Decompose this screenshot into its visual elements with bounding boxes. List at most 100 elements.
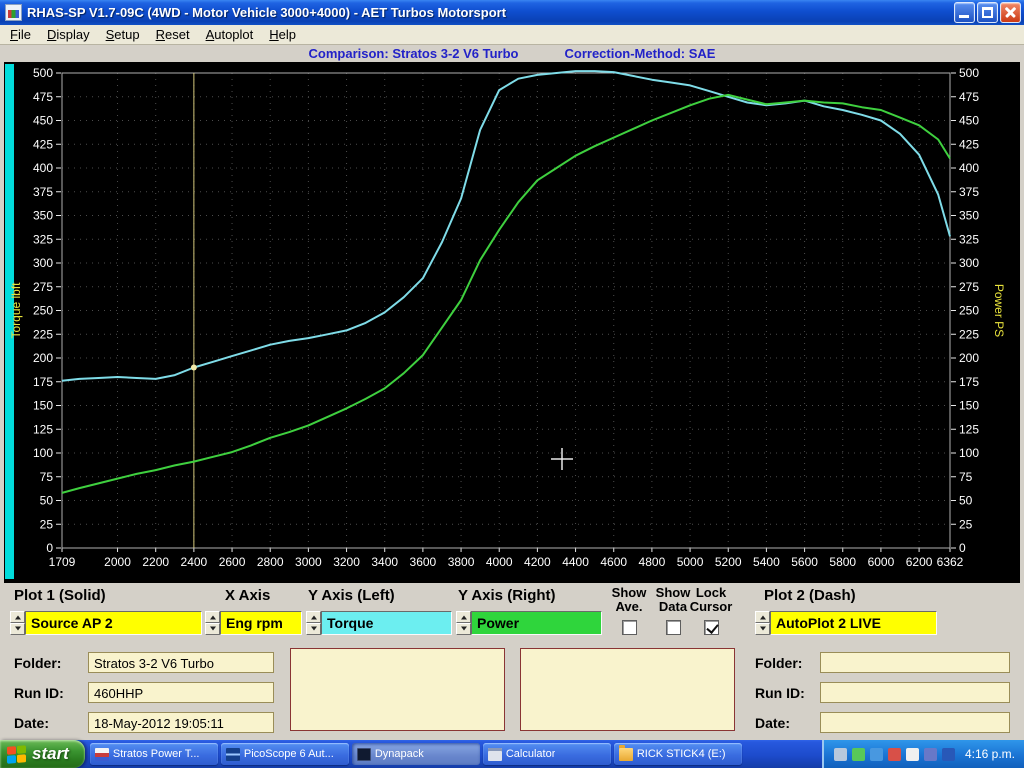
show-ave-checkbox[interactable] [622, 620, 637, 635]
task-label: Dynapack [375, 748, 424, 760]
spin-down-icon[interactable] [306, 623, 321, 635]
application-window: RHAS-SP V1.7-09C (4WD - Motor Vehicle 30… [0, 0, 1024, 768]
show-data-checkbox[interactable] [666, 620, 681, 635]
folder-field-plot2[interactable] [820, 652, 1010, 673]
svg-text:175: 175 [33, 375, 53, 389]
checkbox-label: Show [606, 586, 652, 600]
svg-text:350: 350 [959, 209, 979, 223]
taskbar-button-dynapack[interactable]: Dynapack [352, 743, 480, 765]
usb-drive-icon[interactable] [834, 748, 847, 761]
svg-text:3800: 3800 [448, 555, 475, 569]
lock-cursor-checkbox[interactable] [704, 620, 719, 635]
svg-text:375: 375 [33, 185, 53, 199]
svg-text:275: 275 [959, 280, 979, 294]
info-box-2[interactable] [520, 648, 735, 731]
svg-text:150: 150 [33, 399, 53, 413]
plot2-source-select[interactable]: AutoPlot 2 LIVE [770, 611, 937, 635]
date-field-plot2[interactable] [820, 712, 1010, 733]
menu-file[interactable]: File [2, 25, 39, 44]
y-axis-right-select[interactable]: Power [471, 611, 602, 635]
app-icon[interactable] [5, 4, 22, 21]
plot1-source-select[interactable]: Source AP 2 [25, 611, 202, 635]
spin-down-icon[interactable] [205, 623, 220, 635]
display-settings-icon[interactable] [870, 748, 883, 761]
svg-text:0: 0 [46, 541, 53, 555]
taskbar-button-picoscope[interactable]: PicoScope 6 Aut... [221, 743, 349, 765]
svg-text:375: 375 [959, 185, 979, 199]
menu-display[interactable]: Display [39, 25, 98, 44]
spin-up-icon[interactable] [306, 611, 321, 623]
svg-text:300: 300 [33, 256, 53, 270]
plot2-combo: AutoPlot 2 LIVE [755, 611, 937, 635]
spin-down-icon[interactable] [755, 623, 770, 635]
picoscope-icon [226, 748, 240, 761]
run-id-field-plot2[interactable] [820, 682, 1010, 703]
spin-down-icon[interactable] [456, 623, 471, 635]
close-button[interactable] [1000, 2, 1021, 23]
svg-text:6362: 6362 [937, 555, 964, 569]
svg-text:225: 225 [959, 327, 979, 341]
spin-down-icon[interactable] [10, 623, 25, 635]
tray-icons [834, 748, 955, 761]
svg-text:4000: 4000 [486, 555, 513, 569]
svg-text:125: 125 [33, 422, 53, 436]
correction-method-label: Correction-Method: SAE [565, 46, 716, 61]
svg-text:4800: 4800 [639, 555, 666, 569]
menu-setup[interactable]: Setup [98, 25, 148, 44]
system-tray: 4:16 p.m. [822, 740, 1024, 768]
menu-reset[interactable]: Reset [148, 25, 198, 44]
folder-field[interactable]: Stratos 3-2 V6 Turbo [88, 652, 274, 673]
x-axis-select[interactable]: Eng rpm [220, 611, 302, 635]
svg-text:325: 325 [33, 232, 53, 246]
svg-text:75: 75 [40, 470, 54, 484]
info-box-1[interactable] [290, 648, 505, 731]
control-panel: Plot 1 (Solid) X Axis Y Axis (Left) Y Ax… [0, 583, 1024, 740]
svg-text:4400: 4400 [562, 555, 589, 569]
svg-text:2200: 2200 [142, 555, 169, 569]
window-title: RHAS-SP V1.7-09C (4WD - Motor Vehicle 30… [27, 5, 954, 20]
run-id-label: Run ID: [14, 685, 64, 701]
menu-autoplot[interactable]: Autoplot [198, 25, 262, 44]
windows-logo-icon [7, 745, 26, 764]
svg-text:Torque lbft: Torque lbft [9, 282, 23, 339]
plot2-spinner [755, 611, 770, 635]
calculator-icon [488, 748, 502, 761]
volume-icon[interactable] [906, 748, 919, 761]
date-field[interactable]: 18-May-2012 19:05:11 [88, 712, 274, 733]
taskbar-button-folder[interactable]: RICK STICK4 (E:) [614, 743, 742, 765]
checkbox-group-lock-cursor: LockCursor [688, 586, 734, 635]
spin-up-icon[interactable] [456, 611, 471, 623]
minimize-button[interactable] [954, 2, 975, 23]
start-button[interactable]: start [0, 740, 85, 768]
svg-text:250: 250 [959, 304, 979, 318]
spin-up-icon[interactable] [755, 611, 770, 623]
spin-up-icon[interactable] [205, 611, 220, 623]
taskbar-button-calculator[interactable]: Calculator [483, 743, 611, 765]
network-icon[interactable] [924, 748, 937, 761]
task-buttons: Stratos Power T...PicoScope 6 Aut... Dyna… [90, 743, 742, 765]
checkbox-group-show-ave: ShowAve. [606, 586, 652, 635]
svg-text:0: 0 [959, 541, 966, 555]
folder-label: Folder: [14, 655, 61, 671]
safely-remove-icon[interactable] [852, 748, 865, 761]
dyno-chart[interactable]: 0025255050757510010012512515015017517520… [0, 62, 1024, 583]
svg-text:25: 25 [959, 517, 973, 531]
y-axis-left-select[interactable]: Torque [321, 611, 452, 635]
language-bar-icon[interactable] [942, 748, 955, 761]
antivirus-icon[interactable] [888, 748, 901, 761]
svg-text:100: 100 [33, 446, 53, 460]
menu-help[interactable]: Help [261, 25, 304, 44]
maximize-button[interactable] [977, 2, 998, 23]
svg-text:400: 400 [33, 161, 53, 175]
taskbar-button-stratos-app[interactable]: Stratos Power T... [90, 743, 218, 765]
spin-up-icon[interactable] [10, 611, 25, 623]
folder-icon [619, 748, 633, 761]
plot1-spinner [10, 611, 25, 635]
run-id-field[interactable]: 460HHP [88, 682, 274, 703]
svg-text:Power PS: Power PS [992, 284, 1006, 337]
plot1-label: Plot 1 (Solid) [14, 587, 106, 604]
svg-text:250: 250 [33, 304, 53, 318]
date-label-plot2: Date: [755, 715, 790, 731]
taskbar-clock[interactable]: 4:16 p.m. [960, 747, 1015, 761]
comparison-label: Comparison: Stratos 3-2 V6 Turbo [309, 46, 519, 61]
